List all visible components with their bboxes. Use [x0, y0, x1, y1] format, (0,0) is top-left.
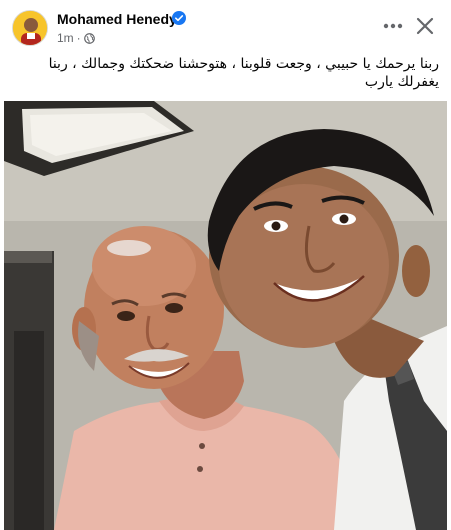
- post-header: Mohamed Henedy 1m ·: [0, 0, 451, 52]
- author-avatar[interactable]: [12, 10, 48, 46]
- post-text: ربنا يرحمك يا حبيبي ، وجعت قلوبنا ، هتوح…: [48, 56, 439, 90]
- photo-selfie-two-men: [4, 101, 447, 530]
- globe-icon: [83, 32, 95, 44]
- author-name[interactable]: Mohamed Henedy: [57, 11, 177, 27]
- post-meta: 1m ·: [57, 31, 95, 45]
- post-photo[interactable]: [4, 101, 447, 530]
- meta-separator: ·: [76, 31, 81, 45]
- close-icon[interactable]: [415, 16, 435, 36]
- more-options-icon[interactable]: [381, 16, 405, 36]
- verified-badge-icon: [172, 11, 186, 25]
- post-timestamp[interactable]: 1m: [57, 31, 74, 45]
